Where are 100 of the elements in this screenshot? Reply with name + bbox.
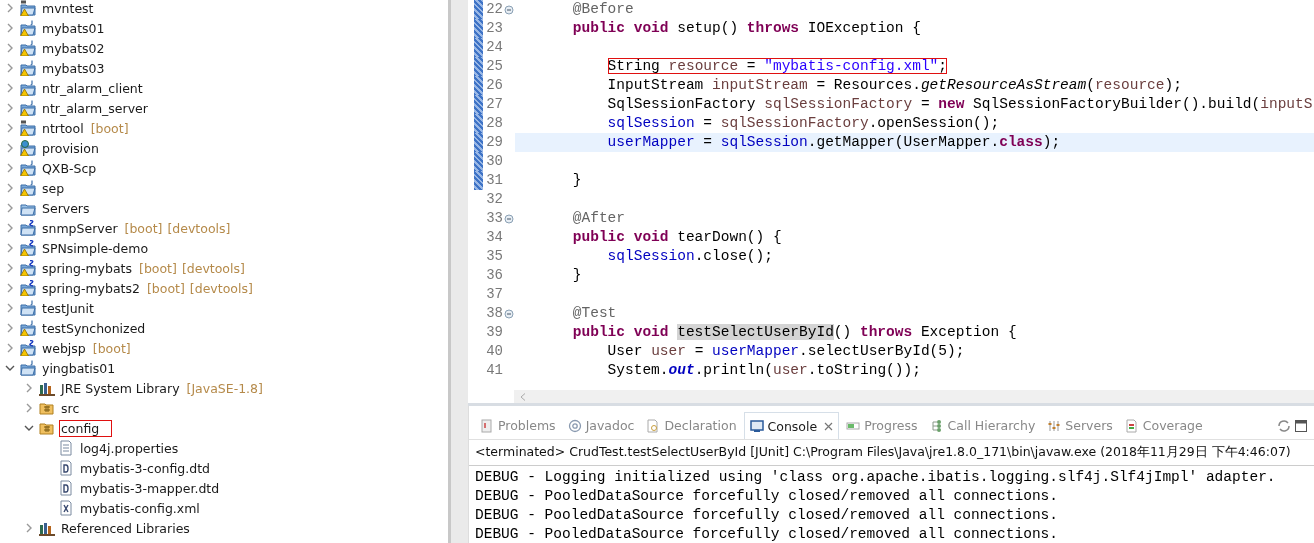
xml-file-icon: [58, 500, 74, 516]
project-decoration: [JavaSE-1.8]: [186, 380, 263, 396]
line-number: 33: [485, 209, 503, 228]
javadoc-icon: [567, 418, 582, 433]
tree-item[interactable]: provision: [40, 139, 101, 157]
tree-item[interactable]: mybatis-3-config.dtd: [78, 459, 213, 477]
line-number: 32: [485, 190, 503, 209]
tree-item[interactable]: config: [59, 419, 113, 437]
console-output-line: DEBUG - Logging initialized using 'class org.apache.ibatis.logging.slf4j.Slf4jImpl' adapter.: [475, 468, 1277, 487]
line-number: 23: [485, 19, 503, 38]
project-decoration: [devtools]: [189, 280, 253, 296]
code-line: public void testSelectUserById() throws Exception {: [571, 323, 1018, 342]
tree-item[interactable]: sep: [40, 179, 67, 197]
tree-item[interactable]: yingbatis01: [40, 359, 118, 377]
horizontal-scrollbar[interactable]: [514, 390, 1314, 403]
tree-item[interactable]: mybatis-3-mapper.dtd: [78, 479, 222, 497]
project-decoration: [boot]: [90, 120, 129, 136]
tree-item[interactable]: log4j.properties: [78, 439, 181, 457]
text-file-icon: [58, 440, 74, 456]
line-number: 40: [485, 342, 503, 361]
tree-item[interactable]: JRE System Library: [59, 379, 182, 397]
fold-collapse-icon[interactable]: [504, 213, 514, 224]
maximize-icon[interactable]: [1294, 418, 1308, 433]
tree-item[interactable]: webjsp: [40, 339, 88, 357]
tree-item[interactable]: src: [59, 399, 82, 417]
view-tab[interactable]: Console: [743, 411, 840, 440]
declaration-icon: [646, 418, 661, 433]
tree-item[interactable]: snmpServer: [40, 219, 120, 237]
library-icon: [39, 380, 55, 396]
library-icon: [39, 520, 55, 536]
sync-icon[interactable]: [1276, 417, 1292, 434]
line-number: 39: [485, 323, 503, 342]
project-decoration: [devtools]: [181, 260, 245, 276]
fold-collapse-icon[interactable]: [504, 308, 514, 319]
view-tab[interactable]: Javadoc: [562, 412, 640, 439]
tree-item[interactable]: spring-mybats2: [40, 279, 142, 297]
line-number: 22: [485, 0, 503, 19]
line-number: 29: [485, 133, 503, 152]
code-line: User user = userMapper.selectUserById(5);: [606, 342, 966, 361]
line-number: 28: [485, 114, 503, 133]
fold-collapse-icon[interactable]: [504, 4, 514, 15]
code-line: sqlSession = sqlSessionFactory.openSession();: [606, 114, 1001, 133]
line-number: 41: [485, 361, 503, 380]
line-number: 37: [485, 285, 503, 304]
code-line: SqlSessionFactory sqlSessionFactory = new SqlSessionFactoryBuilder().build(inputS: [606, 95, 1314, 114]
console-status: <terminated> CrudTest.testSelectUserById [JUnit] C:\Program Files\Java\jre1.8.0_171\bin\javaw.exe (2018年11月29日 下午4:46:07): [469, 439, 1314, 465]
project-decoration: [boot]: [124, 220, 163, 236]
tree-item[interactable]: mybatis-config.xml: [78, 499, 202, 517]
tree-item[interactable]: ntrtool: [40, 119, 86, 137]
line-number: 31: [485, 171, 503, 190]
code-line: String resource = "mybatis-config.xml";: [606, 57, 948, 76]
project-decoration: [boot]: [146, 280, 185, 296]
tree-item[interactable]: mybats03: [40, 59, 107, 77]
tree-item[interactable]: QXB-Scp: [40, 159, 99, 177]
tree-item[interactable]: testSynchonized: [40, 319, 148, 337]
view-tab[interactable]: Coverage: [1119, 412, 1208, 439]
problems-icon: [480, 418, 494, 433]
tree-item[interactable]: ntr_alarm_server: [40, 99, 150, 117]
console-output-line: DEBUG - PooledDataSource forcefully closed/removed all connections.: [475, 506, 1059, 525]
tree-item[interactable]: spring-mybats: [40, 259, 134, 277]
project-decoration: [devtools]: [167, 220, 231, 236]
dtd-file-icon: [58, 460, 74, 476]
line-number: 24: [485, 38, 503, 57]
console-icon: [749, 419, 764, 433]
tree-item[interactable]: ntr_alarm_client: [40, 79, 145, 97]
code-line: }: [571, 266, 583, 285]
dtd-file-icon: [58, 480, 74, 496]
view-tab[interactable]: Declaration: [641, 412, 742, 439]
line-number: 38: [485, 304, 503, 323]
tree-item[interactable]: mybats01: [40, 19, 107, 37]
tree-item[interactable]: Referenced Libraries: [59, 519, 192, 537]
tree-item[interactable]: Servers: [40, 199, 92, 217]
code-editor[interactable]: [468, 0, 1314, 406]
code-line: @After: [571, 209, 626, 228]
tree-item[interactable]: testJunit: [40, 299, 96, 317]
line-number: 36: [485, 266, 503, 285]
line-number: 27: [485, 95, 503, 114]
code-line: }: [571, 171, 583, 190]
project-decoration: [boot]: [139, 260, 177, 276]
close-icon[interactable]: [824, 421, 834, 431]
code-line: public void setup() throws IOException {: [571, 19, 922, 38]
view-tab[interactable]: Call Hierarchy: [924, 412, 1041, 439]
hierarchy-icon: [929, 418, 944, 433]
console-output-line: DEBUG - PooledDataSource forcefully closed/removed all connections.: [475, 525, 1059, 543]
view-tab[interactable]: Progress: [841, 412, 923, 439]
line-number: 25: [485, 57, 503, 76]
view-tab[interactable]: Servers: [1042, 412, 1118, 439]
view-tab[interactable]: Problems: [475, 412, 561, 439]
line-number: 30: [485, 152, 503, 171]
servers-icon: [1047, 418, 1062, 433]
code-line: InputStream inputStream = Resources.getResourceAsStream(resource);: [606, 76, 1183, 95]
console-output-line: DEBUG - PooledDataSource forcefully closed/removed all connections.: [475, 487, 1059, 506]
tree-item[interactable]: mybats02: [40, 39, 107, 57]
code-line: System.out.println(user.toString());: [606, 361, 922, 380]
package-folder-icon: [39, 420, 55, 436]
code-line: sqlSession.close();: [606, 247, 774, 266]
line-number: 34: [485, 228, 503, 247]
tree-item[interactable]: mvntest: [40, 0, 96, 17]
code-line: @Test: [571, 304, 618, 323]
tree-item[interactable]: SPNsimple-demo: [40, 239, 151, 257]
